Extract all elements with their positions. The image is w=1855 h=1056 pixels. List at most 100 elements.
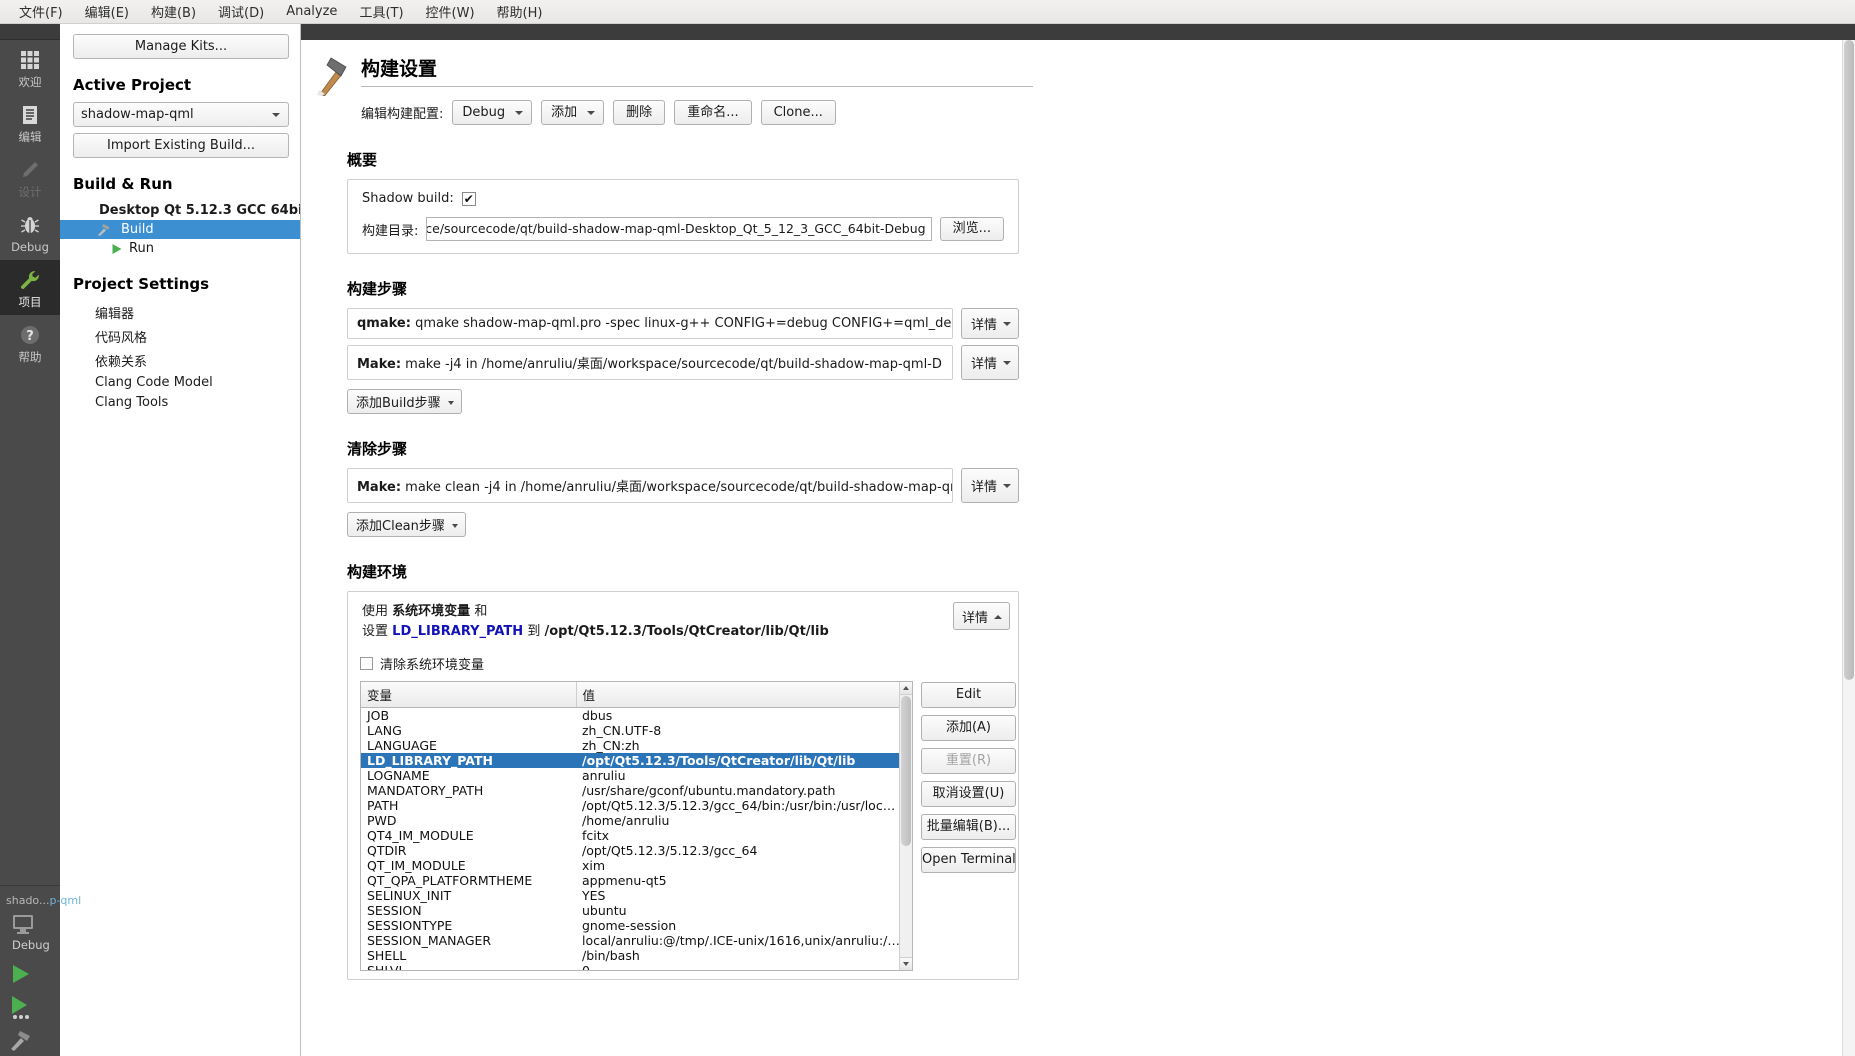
manage-kits-button[interactable]: Manage Kits... bbox=[73, 34, 289, 59]
table-row[interactable]: PATH/opt/Qt5.12.3/5.12.3/gcc_64/bin:/usr… bbox=[361, 798, 901, 813]
table-row[interactable]: LANG zh_CN.UTF-8 bbox=[361, 723, 901, 738]
scrollbar-thumb[interactable] bbox=[901, 696, 911, 846]
page-scrollbar[interactable] bbox=[1842, 40, 1855, 1056]
env-variable-name: SESSION_MANAGER bbox=[367, 933, 492, 948]
table-row[interactable]: SHLVL 0 bbox=[361, 963, 901, 970]
document-icon bbox=[0, 102, 60, 128]
clear-system-environment-checkbox[interactable] bbox=[360, 657, 373, 670]
env-variable-value: zh_CN.UTF-8 bbox=[582, 723, 662, 738]
sidebar-item-build[interactable]: Build bbox=[60, 220, 300, 239]
mode-design[interactable]: 设计 bbox=[0, 150, 60, 205]
debug-button[interactable] bbox=[0, 990, 60, 1024]
active-project-combobox-value: shadow-map-qml bbox=[81, 107, 194, 122]
env-edit-button[interactable]: Edit bbox=[921, 682, 1016, 708]
menu-item-analyze[interactable]: Analyze bbox=[275, 1, 348, 22]
table-row[interactable]: LANGUAGE zh_CN:zh bbox=[361, 738, 901, 753]
sidebar-item-editor[interactable]: 编辑器 bbox=[73, 301, 289, 325]
column-header-value[interactable]: 值 bbox=[576, 682, 902, 708]
menu-item-build[interactable]: 构建(B) bbox=[140, 0, 207, 24]
mode-bar-top-strip bbox=[0, 24, 60, 40]
mode-welcome[interactable]: 欢迎 bbox=[0, 40, 60, 95]
mode-projects[interactable]: 项目 bbox=[0, 260, 60, 315]
table-row[interactable]: QT4_IM_MODULE fcitx bbox=[361, 828, 901, 843]
shadow-build-checkbox[interactable]: ✔ bbox=[461, 191, 476, 206]
env-open-terminal-button[interactable]: Open Terminal bbox=[921, 847, 1016, 873]
sidebar-item-run[interactable]: Run bbox=[73, 239, 289, 258]
build-config-combobox[interactable]: Debug bbox=[452, 100, 533, 125]
ld-library-path-link[interactable]: LD_LIBRARY_PATH bbox=[392, 624, 523, 639]
sidebar-item-clang-code-model[interactable]: Clang Code Model bbox=[73, 373, 289, 393]
menu-item-window[interactable]: 控件(W) bbox=[415, 0, 486, 24]
env-reset-button[interactable]: 重置(R) bbox=[921, 748, 1016, 774]
build-directory-input[interactable]: kspace/sourcecode/qt/build-shadow-map-qm… bbox=[426, 217, 932, 241]
sidebar-item-clang-tools[interactable]: Clang Tools bbox=[73, 393, 289, 413]
build-step-qmake-details-button[interactable]: 详情 bbox=[961, 308, 1019, 339]
env-variable-value: /opt/Qt5.12.3/5.12.3/gcc_64/bin:/usr/bin… bbox=[582, 798, 901, 813]
env-variable-value: xim bbox=[582, 858, 606, 873]
build-step-make-details-button[interactable]: 详情 bbox=[961, 345, 1019, 380]
table-row[interactable]: QTDIR/opt/Qt5.12.3/5.12.3/gcc_64 bbox=[361, 843, 901, 858]
sidebar-item-run-label: Run bbox=[129, 241, 154, 256]
table-row[interactable]: SHELL/bin/bash bbox=[361, 948, 901, 963]
menu-item-tools[interactable]: 工具(T) bbox=[348, 0, 414, 24]
menu-item-help[interactable]: 帮助(H) bbox=[486, 0, 554, 24]
kit-indicator[interactable]: Debug bbox=[0, 913, 60, 958]
env-variable-value: /home/anruliu bbox=[582, 813, 670, 828]
env-variable-name: MANDATORY_PATH bbox=[367, 783, 484, 798]
table-row[interactable]: QT_IM_MODULE xim bbox=[361, 858, 901, 873]
run-button[interactable] bbox=[0, 958, 60, 990]
mode-projects-label: 项目 bbox=[18, 295, 42, 309]
env-batch-edit-button[interactable]: 批量编辑(B)... bbox=[921, 814, 1016, 840]
rename-config-button[interactable]: 重命名... bbox=[674, 100, 752, 125]
table-row[interactable]: LOGNAME anruliu bbox=[361, 768, 901, 783]
remove-config-button[interactable]: 删除 bbox=[613, 100, 666, 125]
build-environment-details-button[interactable]: 详情 bbox=[953, 602, 1010, 630]
mode-debug[interactable]: Debug bbox=[0, 205, 60, 260]
build-button[interactable] bbox=[0, 1024, 60, 1056]
clean-step-make-details-button[interactable]: 详情 bbox=[961, 468, 1019, 503]
summary-panel: Shadow build: ✔ 构建目录: kspace/sourcecode/… bbox=[347, 179, 1019, 254]
chevron-down-icon bbox=[587, 111, 596, 115]
menu-item-file[interactable]: 文件(F) bbox=[8, 0, 74, 24]
table-row[interactable]: JOB dbus bbox=[361, 708, 901, 723]
active-project-combobox[interactable]: shadow-map-qml bbox=[73, 102, 289, 127]
table-row[interactable]: MANDATORY_PATH/usr/share/gconf/ubuntu.ma… bbox=[361, 783, 901, 798]
table-row[interactable]: PWD/home/anruliu bbox=[361, 813, 901, 828]
page-scrollbar-thumb[interactable] bbox=[1844, 40, 1854, 680]
build-step-make-details-label: 详情 bbox=[971, 357, 998, 372]
env-unset-button[interactable]: 取消设置(U) bbox=[921, 781, 1016, 807]
add-build-step-button[interactable]: 添加Build步骤 bbox=[347, 389, 462, 414]
project-settings-heading: Project Settings bbox=[73, 275, 210, 293]
chevron-down-icon bbox=[451, 524, 458, 528]
table-row[interactable]: LD_LIBRARY_PATH/opt/Qt5.12.3/Tools/QtCre… bbox=[361, 753, 901, 768]
table-row[interactable]: SESSIONTYPE gnome-session bbox=[361, 918, 901, 933]
env-variable-value: anruliu bbox=[582, 768, 626, 783]
environment-table-scrollbar[interactable] bbox=[899, 682, 912, 970]
env-add-button[interactable]: 添加(A) bbox=[921, 715, 1016, 741]
scroll-up-arrow-icon[interactable] bbox=[900, 682, 912, 695]
add-clean-step-button[interactable]: 添加Clean步骤 bbox=[347, 512, 466, 537]
import-existing-build-button[interactable]: Import Existing Build... bbox=[73, 133, 289, 158]
table-row[interactable]: SESSION ubuntu bbox=[361, 903, 901, 918]
sidebar-item-code-style[interactable]: 代码风格 bbox=[73, 325, 289, 349]
table-row[interactable]: SESSION_MANAGER local/anruliu:@/tmp/.ICE-… bbox=[361, 933, 901, 948]
browse-button[interactable]: 浏览... bbox=[939, 217, 1004, 241]
mode-help[interactable]: ? 帮助 bbox=[0, 315, 60, 370]
table-row[interactable]: SELINUX_INIT YES bbox=[361, 888, 901, 903]
mode-edit[interactable]: 编辑 bbox=[0, 95, 60, 150]
build-step-make[interactable]: Make: make -j4 in /home/anruliu/桌面/works… bbox=[347, 345, 953, 380]
env-variable-value: /opt/Qt5.12.3/Tools/QtCreator/lib/Qt/lib bbox=[576, 753, 901, 768]
clone-config-button[interactable]: Clone... bbox=[760, 100, 836, 125]
menu-item-edit[interactable]: 编辑(E) bbox=[74, 0, 140, 24]
clean-step-make[interactable]: Make: make clean -j4 in /home/anruliu/桌面… bbox=[347, 468, 953, 503]
sidebar-item-dependencies[interactable]: 依赖关系 bbox=[73, 349, 289, 373]
menu-item-debug[interactable]: 调试(D) bbox=[207, 0, 275, 24]
column-header-variable[interactable]: 变量 bbox=[361, 682, 577, 708]
run-target-selector[interactable]: shado...p-qml Debug bbox=[0, 885, 81, 1056]
table-row[interactable]: QT_QPA_PLATFORMTHEME appmenu-qt5 bbox=[361, 873, 901, 888]
add-config-button[interactable]: 添加 bbox=[541, 100, 605, 125]
scroll-down-arrow-icon[interactable] bbox=[900, 957, 912, 970]
tree-item-kit[interactable]: Desktop Qt 5.12.3 GCC 64bit bbox=[73, 201, 300, 220]
build-step-qmake[interactable]: qmake: qmake shadow-map-qml.pro -spec li… bbox=[347, 308, 953, 339]
active-project-name-dots: ... bbox=[38, 894, 50, 907]
